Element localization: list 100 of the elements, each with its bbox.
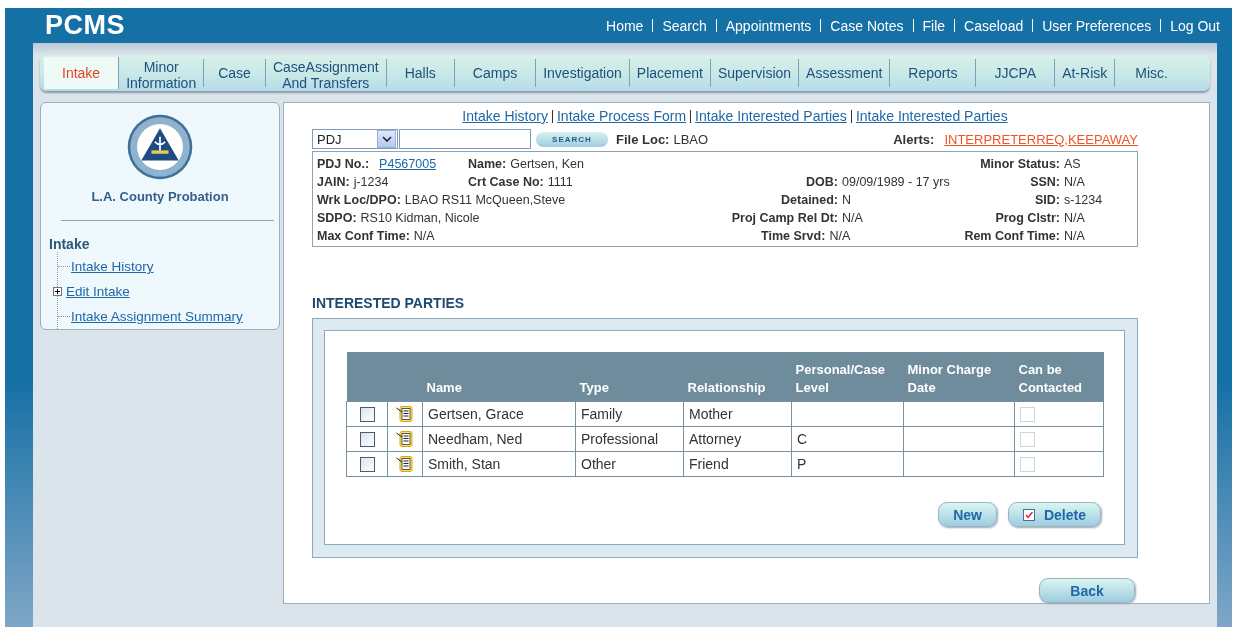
- field-value: N/A: [1064, 175, 1086, 189]
- table-cell: Mother: [683, 401, 792, 427]
- field-value: j-1234: [353, 175, 389, 189]
- tab[interactable]: Reports: [890, 59, 977, 87]
- tab[interactable]: JJCPA: [976, 59, 1056, 87]
- field-label: Proj Camp Rel Dt:: [731, 211, 838, 225]
- tab[interactable]: Supervision: [710, 59, 800, 87]
- type-dropdown[interactable]: PDJ: [312, 129, 398, 149]
- tree-link[interactable]: Edit Intake: [66, 284, 130, 299]
- search-field[interactable]: [399, 129, 531, 149]
- alerts-link[interactable]: INTERPRETERREQ,KEEPAWAY: [944, 131, 1138, 147]
- tab[interactable]: Investigation: [536, 59, 630, 87]
- nav-link[interactable]: User Preferences: [1042, 17, 1152, 34]
- row-checkbox[interactable]: [359, 457, 375, 473]
- field-value: LBAO: [673, 131, 709, 147]
- tab[interactable]: Case: [204, 59, 266, 87]
- page-link[interactable]: Intake Interested Parties: [855, 108, 1008, 124]
- search-button[interactable]: SEARCH: [536, 131, 608, 147]
- delete-button[interactable]: Delete: [1007, 502, 1101, 527]
- field-value: s-1234: [1064, 193, 1104, 207]
- nav-link[interactable]: File: [922, 17, 946, 34]
- notes-icon[interactable]: [396, 405, 414, 424]
- table-cell: C: [791, 426, 904, 452]
- column-header: Relationship: [683, 352, 792, 402]
- field-label: SSN:: [1030, 175, 1060, 189]
- field-value: Gertsen, Ken: [510, 157, 584, 171]
- field-value: N/A: [413, 229, 435, 243]
- new-button[interactable]: New: [938, 502, 997, 527]
- column-header: Can be Contacted: [1014, 352, 1104, 402]
- field-value: RS10 Kidman, Nicole: [360, 211, 480, 225]
- nav-link[interactable]: Appointments: [725, 17, 812, 34]
- table-cell: Family: [575, 401, 684, 427]
- field-link[interactable]: P4567005: [379, 157, 437, 171]
- field-label: File Loc:: [616, 131, 670, 147]
- row-checkbox[interactable]: [359, 432, 375, 448]
- field-label: SDPO:: [317, 211, 357, 225]
- field-value: LBAO RS11 McQueen,Steve: [404, 193, 566, 207]
- column-header: Type: [575, 352, 684, 402]
- page-link[interactable]: Intake Process Form: [556, 108, 687, 124]
- field-value: N/A: [842, 211, 864, 225]
- column-header: Minor Charge Date: [903, 352, 1015, 402]
- page-link[interactable]: Intake History: [462, 108, 548, 124]
- field-value: N/A: [829, 229, 852, 243]
- row-checkbox[interactable]: [359, 407, 375, 423]
- tab[interactable]: Assessment: [799, 59, 891, 87]
- column-header: Name: [422, 352, 576, 402]
- nav-link[interactable]: Log Out: [1170, 17, 1220, 34]
- field-value: 1111: [547, 175, 573, 189]
- field-value: AS: [1064, 157, 1082, 171]
- tree-heading: Intake: [49, 236, 91, 252]
- page-link[interactable]: Intake Interested Parties: [695, 108, 847, 124]
- field-label: Max Conf Time:: [317, 229, 410, 243]
- table-cell: Gertsen, Grace: [422, 401, 576, 427]
- section-title: INTERESTED PARTIES: [312, 295, 466, 311]
- field-label: DOB:: [806, 175, 838, 189]
- table-cell: Attorney: [683, 426, 792, 452]
- tab[interactable]: Halls: [386, 59, 455, 87]
- field-label: Alerts:: [893, 131, 935, 147]
- column-header: Personal/Case Level: [791, 352, 904, 402]
- nav-link[interactable]: Search: [662, 17, 707, 34]
- table-cell: Smith, Stan: [422, 451, 576, 477]
- tab[interactable]: CaseAssignment And Transfers: [265, 59, 387, 87]
- table-cell: Friend: [683, 451, 792, 477]
- checkbox-icon: [1022, 508, 1035, 521]
- agency-name: L.A. County Probation: [90, 189, 230, 204]
- field-label: Rem Conf Time:: [964, 229, 1060, 243]
- field-label: PDJ No.:: [317, 157, 370, 171]
- tab[interactable]: Misc.: [1115, 59, 1186, 87]
- app-logo: PCMS: [45, 10, 125, 41]
- tab[interactable]: At-Risk: [1055, 59, 1116, 87]
- field-value: N/A: [1064, 211, 1086, 225]
- table-cell: Needham, Ned: [422, 426, 576, 452]
- nav-link[interactable]: Case Notes: [830, 17, 904, 34]
- nav-link[interactable]: Caseload: [964, 17, 1024, 34]
- table-cell: P: [791, 451, 904, 477]
- field-label: Detained:: [781, 193, 838, 207]
- caret-icon[interactable]: [381, 136, 392, 142]
- field-label: JAIN:: [317, 175, 350, 189]
- tree-link[interactable]: Intake History: [71, 259, 154, 274]
- nav-link[interactable]: Home: [606, 17, 644, 34]
- field-value: 09/09/1989 - 17 yrs: [842, 175, 951, 189]
- field-label: SID:: [1035, 193, 1060, 207]
- notes-icon[interactable]: [396, 455, 414, 474]
- back-button[interactable]: Back: [1039, 578, 1135, 603]
- tab[interactable]: Intake: [44, 57, 120, 89]
- field-value: N/A: [1064, 229, 1086, 243]
- tab[interactable]: Minor Information: [119, 59, 205, 87]
- tab[interactable]: Placement: [629, 59, 711, 87]
- field-label: Name:: [468, 157, 507, 171]
- field-label: Wrk Loc/DPO:: [317, 193, 401, 207]
- field-value: N: [842, 193, 853, 207]
- table-cell: Other: [575, 451, 684, 477]
- field-label: Crt Case No:: [468, 175, 544, 189]
- field-label: Prog Clstr:: [995, 211, 1060, 225]
- table-cell: Professional: [575, 426, 684, 452]
- tab[interactable]: Camps: [454, 59, 537, 87]
- notes-icon[interactable]: [396, 430, 414, 449]
- expand-icon[interactable]: [53, 287, 62, 296]
- tree-link[interactable]: Intake Assignment Summary: [71, 309, 243, 324]
- field-label: Time Srvd:: [761, 229, 826, 243]
